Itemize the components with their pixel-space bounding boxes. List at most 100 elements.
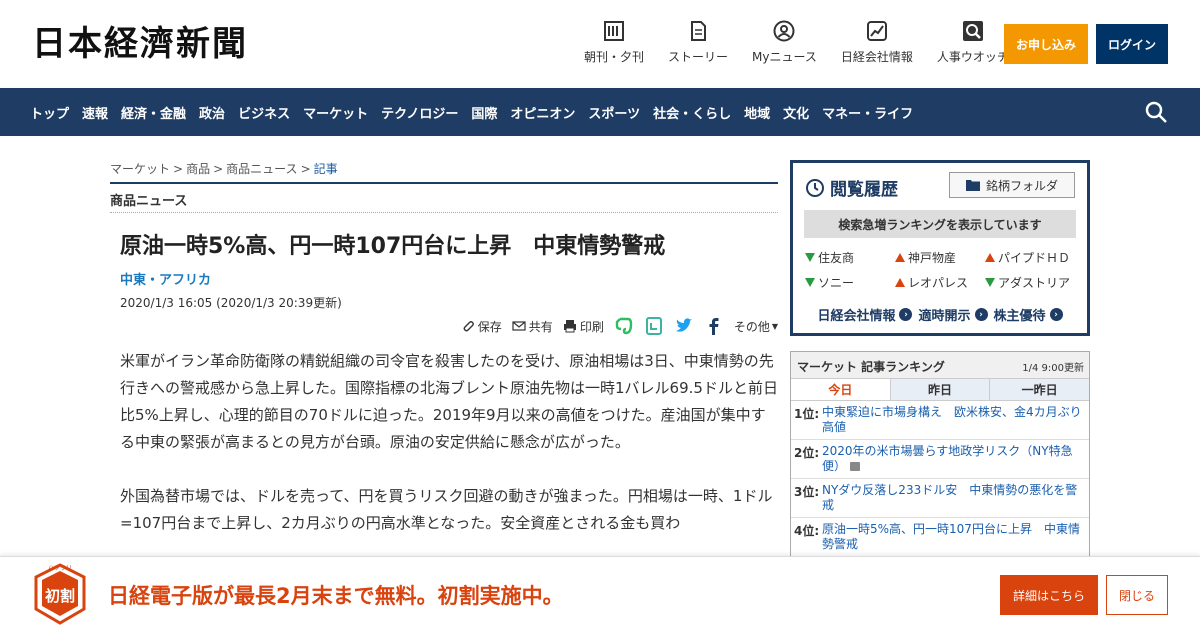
chart-icon xyxy=(866,21,887,41)
more-label: その他 xyxy=(733,319,770,334)
link-company-info[interactable]: 日経会社情報 › xyxy=(817,305,913,324)
rank-title[interactable]: NYダウ反落し233ドル安 中東情勢の悪化を警戒 xyxy=(822,483,1085,513)
ranking-row[interactable]: 3位: NYダウ反落し233ドル安 中東情勢の悪化を警戒 xyxy=(791,479,1089,518)
util-label: 人事ウオッチ xyxy=(936,50,1009,64)
stock-item[interactable]: 神戸物産 xyxy=(895,249,985,266)
stock-name: ソニー xyxy=(818,276,855,290)
link-label: 日経会社情報 xyxy=(817,309,896,324)
stock-item[interactable]: パイプドＨＤ xyxy=(985,249,1081,266)
breadcrumb-commodity-news[interactable]: 商品ニュース xyxy=(226,162,297,176)
ranking-header: マーケット 記事ランキング 1/4 9:00更新 xyxy=(791,352,1089,379)
print-button[interactable]: 印刷 xyxy=(563,318,604,335)
nav-sports[interactable]: スポーツ xyxy=(588,103,640,122)
ranking-note: 検索急増ランキングを表示しています xyxy=(804,210,1076,238)
ranking-updated: 1/4 9:00更新 xyxy=(1022,363,1084,374)
clip-button[interactable] xyxy=(644,316,664,336)
nav-money[interactable]: マネー・ライフ xyxy=(822,103,913,122)
up-triangle-icon xyxy=(895,253,905,262)
article-title: 原油一時5%高、円一時107円台に上昇 中東情勢警戒 xyxy=(120,234,666,259)
caret-down-icon: ▼ xyxy=(771,321,778,331)
tab-today[interactable]: 今日 xyxy=(791,379,891,400)
save-label: 保存 xyxy=(477,319,502,334)
stock-name: レオパレス xyxy=(908,276,969,290)
util-label: Myニュース xyxy=(752,50,817,64)
nav-region[interactable]: 地域 xyxy=(744,103,770,122)
stock-item[interactable]: アダストリア xyxy=(985,274,1081,291)
stock-name: 住友商 xyxy=(818,251,855,265)
folder-icon xyxy=(965,180,980,191)
breadcrumb-commodity[interactable]: 商品 xyxy=(186,162,210,176)
breadcrumb-market[interactable]: マーケット xyxy=(110,162,170,176)
history-links: 日経会社情報 › 適時開示 › 株主優待 › xyxy=(793,305,1087,324)
login-button[interactable]: ログイン xyxy=(1096,24,1168,64)
ranking-row[interactable]: 1位: 中東緊迫に市場身構え 欧米株安、金4カ月ぶり高値 xyxy=(791,401,1089,440)
arrow-circle-icon: › xyxy=(1049,308,1063,321)
nav-technology[interactable]: テクノロジー xyxy=(381,103,458,122)
ranking-row[interactable]: 2位: 2020年の米市場曇らす地政学リスク（NY特急便） xyxy=(791,440,1089,479)
promo-detail-button[interactable]: 詳細はこちら xyxy=(1000,575,1098,615)
folder-label: 銘柄フォルダ xyxy=(985,178,1058,193)
stock-item[interactable]: 住友商 xyxy=(805,249,895,266)
article-ranking-box: マーケット 記事ランキング 1/4 9:00更新 今日 昨日 一昨日 1位: 中… xyxy=(790,351,1090,557)
nav-politics[interactable]: 政治 xyxy=(199,103,225,122)
twitter-button[interactable] xyxy=(674,316,694,336)
promo-banner: ハツワリ 初割 日経電子版が最長2月末まで無料。初割実施中。 詳細はこちら 閉じ… xyxy=(0,556,1200,630)
print-label: 印刷 xyxy=(579,319,604,334)
nav-business[interactable]: ビジネス xyxy=(238,103,290,122)
article-region-tag[interactable]: 中東・アフリカ xyxy=(120,269,768,288)
tab-yesterday[interactable]: 昨日 xyxy=(890,379,991,400)
util-story[interactable]: ストーリー xyxy=(656,20,740,65)
util-mynews[interactable]: Myニュース xyxy=(740,20,829,65)
share-button[interactable]: 共有 xyxy=(512,318,553,335)
tab-day-before[interactable]: 一昨日 xyxy=(990,379,1089,400)
facebook-button[interactable] xyxy=(704,316,724,336)
facebook-icon xyxy=(709,318,719,335)
nav-market[interactable]: マーケット xyxy=(303,103,368,122)
up-triangle-icon xyxy=(895,278,905,287)
user-icon xyxy=(773,20,795,42)
save-button[interactable]: 保存 xyxy=(461,318,502,335)
paperclip-icon xyxy=(463,321,474,332)
nav-society[interactable]: 社会・くらし xyxy=(653,103,731,122)
stock-item[interactable]: ソニー xyxy=(805,274,895,291)
nav-opinion[interactable]: オピニオン xyxy=(510,103,575,122)
rank-title[interactable]: 原油一時5%高、円一時107円台に上昇 中東情勢警戒 xyxy=(822,522,1085,552)
util-company[interactable]: 日経会社情報 xyxy=(829,20,925,65)
link-disclosure[interactable]: 適時開示 › xyxy=(918,305,988,324)
rank-title[interactable]: 中東緊迫に市場身構え 欧米株安、金4カ月ぶり高値 xyxy=(822,405,1085,435)
breadcrumb: マーケット > 商品 > 商品ニュース > 記事 xyxy=(110,160,778,182)
nav-items: トップ 速報 経済・金融 政治 ビジネス マーケット テクノロジー 国際 オピニ… xyxy=(30,88,926,136)
stock-list: 住友商 神戸物産 パイプドＨＤ ソニー レオパレス アダストリア xyxy=(805,249,1081,291)
search-person-icon xyxy=(962,21,983,41)
clock-icon xyxy=(806,178,824,197)
twitter-icon xyxy=(675,318,692,332)
promo-close-button[interactable]: 閉じる xyxy=(1106,575,1168,615)
ranking-title: マーケット 記事ランキング xyxy=(797,360,945,374)
nav-international[interactable]: 国際 xyxy=(471,103,497,122)
down-triangle-icon xyxy=(805,253,815,262)
nav-culture[interactable]: 文化 xyxy=(783,103,809,122)
rank-title-wrap[interactable]: 2020年の米市場曇らす地政学リスク（NY特急便） xyxy=(822,444,1085,474)
search-icon[interactable] xyxy=(1144,100,1168,124)
nav-economy[interactable]: 経済・金融 xyxy=(121,103,186,122)
link-shareholder-benefits[interactable]: 株主優待 › xyxy=(994,305,1063,324)
stock-item[interactable]: レオパレス xyxy=(895,274,985,291)
rank-number: 4位: xyxy=(794,524,820,538)
stock-folder-button[interactable]: 銘柄フォルダ xyxy=(949,172,1075,198)
more-button[interactable]: その他 ▼ xyxy=(734,318,778,335)
site-logo[interactable]: 日本経濟新聞 xyxy=(32,24,248,64)
arrow-circle-icon: › xyxy=(899,308,913,321)
nav-top[interactable]: トップ xyxy=(30,103,69,122)
util-paper[interactable]: 朝刊・夕刊 xyxy=(572,20,656,65)
util-label: 朝刊・夕刊 xyxy=(584,50,645,64)
badge-top-text: ハツワリ xyxy=(48,565,72,572)
down-triangle-icon xyxy=(985,278,995,287)
share-label: 共有 xyxy=(528,319,553,334)
hatsuwari-badge-icon: ハツワリ 初割 xyxy=(34,563,86,625)
ranking-row[interactable]: 4位: 原油一時5%高、円一時107円台に上昇 中東情勢警戒 xyxy=(791,518,1089,556)
article-body: 米軍がイラン革命防衛隊の精鋭組織の司令官を殺害したのを受け、原油相場は3日、中東… xyxy=(120,348,778,564)
apply-button[interactable]: お申し込み xyxy=(1004,24,1088,64)
nav-flash[interactable]: 速報 xyxy=(82,103,108,122)
stock-name: 神戸物産 xyxy=(908,251,957,265)
evernote-button[interactable] xyxy=(614,316,634,336)
